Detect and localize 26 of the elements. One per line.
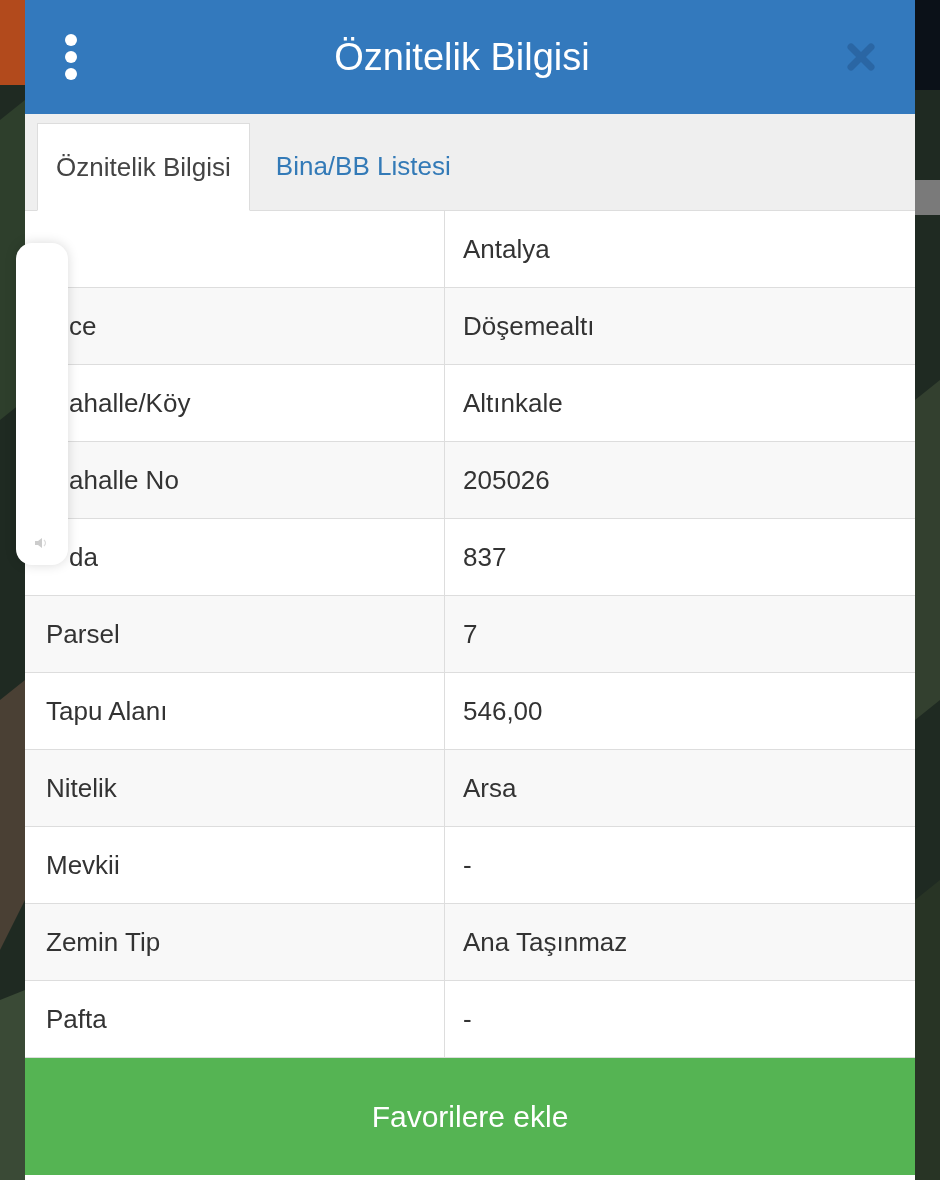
attribute-label: Mevkii xyxy=(46,848,120,882)
attribute-label: ahalle/Köy xyxy=(69,386,191,420)
attribute-label: Nitelik xyxy=(46,771,117,805)
attribute-value: - xyxy=(463,848,472,882)
attribute-label: ce xyxy=(69,309,97,343)
attribute-value: Ana Taşınmaz xyxy=(463,925,628,959)
attribute-label: ahalle No xyxy=(69,463,179,497)
attribute-value: Altınkale xyxy=(463,386,563,420)
add-favorites-button[interactable]: Favorilere ekle xyxy=(25,1058,915,1175)
attribute-label: da xyxy=(69,540,98,574)
attribute-value: 205026 xyxy=(463,463,550,497)
attribute-label: Parsel xyxy=(46,617,120,651)
attribute-value: 837 xyxy=(463,540,507,574)
attribute-value: 546,00 xyxy=(463,694,543,728)
attribute-label: Pafta xyxy=(46,1002,107,1036)
attribute-value: Arsa xyxy=(463,771,517,805)
attribute-label: Zemin Tip xyxy=(46,925,161,959)
tab[interactable]: Bina/BB Listesi xyxy=(249,122,477,210)
attribute-value: - xyxy=(463,1002,472,1036)
attribute-value: Döşemealtı xyxy=(463,309,595,343)
menu-icon[interactable] xyxy=(65,34,77,80)
attribute-value: Antalya xyxy=(463,232,550,266)
tab[interactable]: Öznitelik Bilgisi xyxy=(37,123,250,211)
attribute-label: Tapu Alanı xyxy=(46,694,168,728)
dialog-title: Öznitelik Bilgisi xyxy=(333,34,591,80)
attribute-value: 7 xyxy=(463,617,478,651)
